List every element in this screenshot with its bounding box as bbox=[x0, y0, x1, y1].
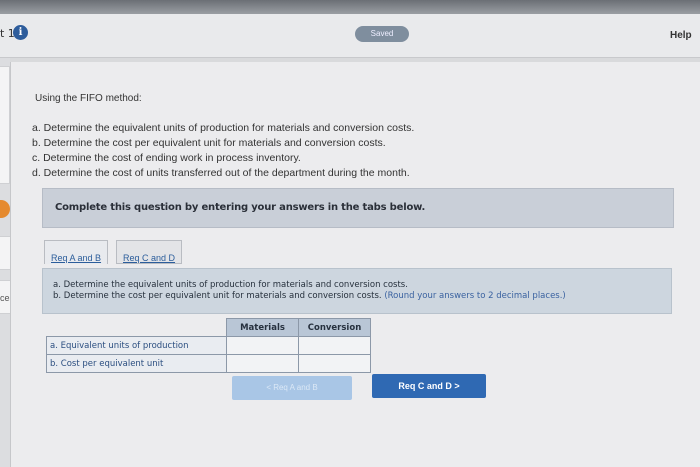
equivalent-units-conversion-input[interactable] bbox=[298, 336, 371, 355]
requirement-d: d. Determine the cost of units transferr… bbox=[32, 167, 410, 179]
instruction-line-a: a. Determine the equivalent units of pro… bbox=[53, 280, 408, 290]
equivalent-units-materials-input[interactable] bbox=[226, 336, 299, 355]
saved-indicator: Saved bbox=[355, 26, 409, 42]
row-label-equivalent-units: a. Equivalent units of production bbox=[46, 336, 227, 355]
question-intro: Using the FIFO method: bbox=[35, 93, 142, 104]
requirements-list: a. Determine the equivalent units of pro… bbox=[32, 121, 414, 181]
requirement-a: a. Determine the equivalent units of pro… bbox=[32, 122, 415, 134]
table-row: b. Cost per equivalent unit bbox=[46, 354, 371, 373]
browser-tab-strip bbox=[0, 0, 700, 14]
instruction-line-b: b. Determine the cost per equivalent uni… bbox=[53, 291, 382, 301]
cost-per-unit-conversion-input[interactable] bbox=[298, 354, 371, 373]
table-row: a. Equivalent units of production bbox=[46, 336, 371, 355]
tab-instructions: a. Determine the equivalent units of pro… bbox=[42, 268, 672, 314]
row-label-cost-per-unit: b. Cost per equivalent unit bbox=[46, 354, 227, 373]
requirement-b: b. Determine the cost per equivalent uni… bbox=[32, 137, 386, 149]
next-tab-button[interactable]: Req C and D > bbox=[372, 374, 486, 398]
help-link[interactable]: Help bbox=[670, 30, 692, 41]
top-toolbar bbox=[0, 14, 700, 58]
answer-table: Materials Conversion a. Equivalent units… bbox=[46, 318, 371, 373]
tab-label: Req C and D bbox=[123, 253, 176, 263]
cost-per-unit-materials-input[interactable] bbox=[226, 354, 299, 373]
tab-req-c-and-d[interactable]: Req C and D bbox=[116, 240, 183, 264]
table-corner bbox=[47, 319, 227, 337]
column-header-materials: Materials bbox=[226, 318, 299, 337]
info-icon[interactable]: i bbox=[13, 25, 28, 40]
tab-label: Req A and B bbox=[51, 253, 102, 263]
instructions-banner: Complete this question by entering your … bbox=[42, 188, 674, 228]
column-header-conversion: Conversion bbox=[298, 318, 371, 337]
previous-tab-button[interactable]: < Req A and B bbox=[232, 376, 352, 400]
rounding-note: (Round your answers to 2 decimal places.… bbox=[384, 291, 566, 301]
requirement-c: c. Determine the cost of ending work in … bbox=[32, 152, 301, 164]
banner-text: Complete this question by entering your … bbox=[55, 202, 426, 213]
tab-req-a-and-b[interactable]: Req A and B bbox=[44, 240, 109, 264]
side-panel-tab[interactable] bbox=[0, 66, 10, 184]
